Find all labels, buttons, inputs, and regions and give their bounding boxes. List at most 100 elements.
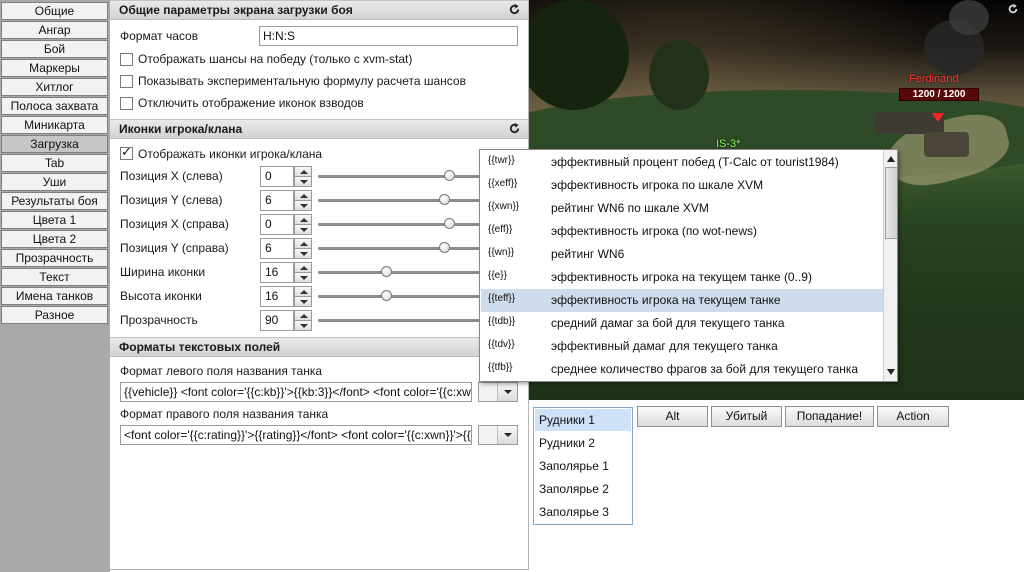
section-header-player-icons: Иконки игрока/клана (110, 119, 528, 139)
reset-icon[interactable] (508, 3, 521, 16)
slider-thumb[interactable] (381, 290, 392, 301)
right-field-format-input[interactable]: <font color='{{c:rating}}'>{{rating}}</f… (120, 425, 472, 445)
tab-item[interactable]: Полоса захвата (1, 97, 108, 115)
tab-item[interactable]: Общие (1, 2, 108, 20)
option-checkbox[interactable] (120, 53, 133, 66)
left-field-format-input[interactable]: {{vehicle}} <font color='{{c:kb}}'>{{kb:… (120, 382, 472, 402)
number-stepper[interactable]: 6 (260, 190, 312, 211)
tab-item[interactable]: Ангар (1, 21, 108, 39)
stepper-down-icon[interactable] (294, 272, 312, 283)
number-stepper[interactable]: 0 (260, 166, 312, 187)
chevron-down-icon (497, 383, 517, 401)
macro-description: эффективность игрока на текущем танке (551, 293, 781, 307)
action-button[interactable]: Action (877, 406, 949, 427)
tab-item[interactable]: Уши (1, 173, 108, 191)
reset-icon[interactable] (508, 122, 521, 135)
stepper-down-icon[interactable] (294, 200, 312, 211)
tab-item[interactable]: Миникарта (1, 116, 108, 134)
scrollbar[interactable] (883, 150, 897, 381)
macro-list-item[interactable]: {{eff}} эффективность игрока (по wot-news… (481, 220, 883, 243)
macro-code: {{twr}} (488, 155, 515, 166)
right-field-macro-dropdown[interactable] (478, 425, 518, 445)
left-field-format-label: Формат левого поля названия танка (120, 364, 323, 378)
macro-description: эффективность игрока (по wot-news) (551, 224, 758, 238)
section-title: Общие параметры экрана загрузки боя (119, 3, 353, 17)
tab-item[interactable]: Хитлог (1, 78, 108, 96)
macro-list-item[interactable]: {{xeff}} эффективность игрока по шкале XV… (481, 174, 883, 197)
option-checkbox[interactable] (120, 97, 133, 110)
stepper-value[interactable]: 6 (260, 238, 294, 259)
stepper-value[interactable]: 6 (260, 190, 294, 211)
macro-list-item[interactable]: {{tfb}} среднее количество фрагов за бой … (481, 358, 883, 381)
reset-icon[interactable] (1007, 3, 1019, 15)
map-list: Рудники 1 Рудники 2 Заполярье 1 Заполярье 2… (533, 407, 633, 525)
enemy-marker-icon (932, 113, 944, 122)
macro-list-item[interactable]: {{e}} эффективность игрока на текущем тан… (481, 266, 883, 289)
map-list-item[interactable]: Рудники 2 (535, 432, 631, 454)
macro-list-item[interactable]: {{twr}} эффективный процент побед (T-Calc… (481, 151, 883, 174)
map-list-item[interactable]: Рудники 1 (535, 409, 631, 431)
macro-list-item[interactable]: {{wn}} рейтинг WN6 (481, 243, 883, 266)
tab-item[interactable]: Загрузка (1, 135, 108, 153)
stepper-value[interactable]: 16 (260, 262, 294, 283)
slider-thumb[interactable] (439, 242, 450, 253)
clock-format-label: Формат часов (120, 29, 199, 43)
setting-label: Позиция X (справа) (120, 217, 229, 231)
number-stepper[interactable]: 16 (260, 262, 312, 283)
number-stepper[interactable]: 90 (260, 310, 312, 331)
tab-item[interactable]: Разное (1, 306, 108, 324)
number-stepper[interactable]: 6 (260, 238, 312, 259)
macro-dropdown-list: {{twr}} эффективный процент побед (T-Calc… (479, 149, 898, 382)
macro-description: эффективный процент побед (T-Calc от tou… (551, 155, 839, 169)
stepper-down-icon[interactable] (294, 296, 312, 307)
stepper-down-icon[interactable] (294, 176, 312, 187)
tab-item[interactable]: Результаты боя (1, 192, 108, 210)
slider-thumb[interactable] (444, 218, 455, 229)
tab-item[interactable]: Текст (1, 268, 108, 286)
section-header-text-formats: Форматы текстовых полей (110, 337, 528, 357)
tab-item[interactable]: Имена танков (1, 287, 108, 305)
section-title: Иконки игрока/клана (119, 122, 243, 136)
tab-menu: Общие Ангар Бой Маркеры Хитлог Полоса захвата… (0, 0, 110, 572)
setting-label: Прозрачность (120, 313, 198, 327)
scroll-down-icon[interactable] (885, 365, 897, 379)
option-checkbox[interactable] (120, 75, 133, 88)
show-player-icons-checkbox[interactable] (120, 144, 133, 160)
macro-description: эффективность игрока по шкале XVM (551, 178, 764, 192)
tab-item[interactable]: Tab (1, 154, 108, 172)
stepper-value[interactable]: 0 (260, 214, 294, 235)
stepper-value[interactable]: 0 (260, 166, 294, 187)
stepper-value[interactable]: 16 (260, 286, 294, 307)
map-list-item[interactable]: Заполярье 1 (535, 455, 631, 477)
slider-thumb[interactable] (444, 170, 455, 181)
number-stepper[interactable]: 0 (260, 214, 312, 235)
slider-thumb[interactable] (439, 194, 450, 205)
enemy-hp-bar: 1200 / 1200 (899, 88, 979, 101)
dead-button[interactable]: Убитый (711, 406, 782, 427)
stepper-down-icon[interactable] (294, 224, 312, 235)
stepper-value[interactable]: 90 (260, 310, 294, 331)
tab-item[interactable]: Бой (1, 40, 108, 58)
stepper-down-icon[interactable] (294, 320, 312, 331)
tab-item[interactable]: Маркеры (1, 59, 108, 77)
alt-button[interactable]: Alt (637, 406, 708, 427)
slider-thumb[interactable] (381, 266, 392, 277)
hit-button[interactable]: Попадание! (785, 406, 874, 427)
map-list-item[interactable]: Заполярье 3 (535, 501, 631, 523)
stepper-down-icon[interactable] (294, 248, 312, 259)
clock-format-input[interactable]: H:N:S (259, 26, 518, 46)
macro-list-item[interactable]: {{teff}} эффективность игрока на текущем … (481, 289, 883, 312)
macro-list-item[interactable]: {{tdb}} средний дамаг за бой для текущего… (481, 312, 883, 335)
left-field-macro-dropdown[interactable] (478, 382, 518, 402)
tab-item[interactable]: Цвета 1 (1, 211, 108, 229)
scroll-up-icon[interactable] (885, 152, 897, 166)
tab-item[interactable]: Прозрачность (1, 249, 108, 267)
scroll-thumb[interactable] (885, 167, 897, 239)
map-list-item[interactable]: Заполярье 2 (535, 478, 631, 500)
macro-description: среднее количество фрагов за бой для тек… (551, 362, 859, 376)
macro-list-item[interactable]: {{xwn}} рейтинг WN6 по шкале XVM (481, 197, 883, 220)
tab-item[interactable]: Цвета 2 (1, 230, 108, 248)
number-stepper[interactable]: 16 (260, 286, 312, 307)
smoke (949, 0, 989, 35)
macro-list-item[interactable]: {{tdv}} эффективный дамаг для текущего та… (481, 335, 883, 358)
